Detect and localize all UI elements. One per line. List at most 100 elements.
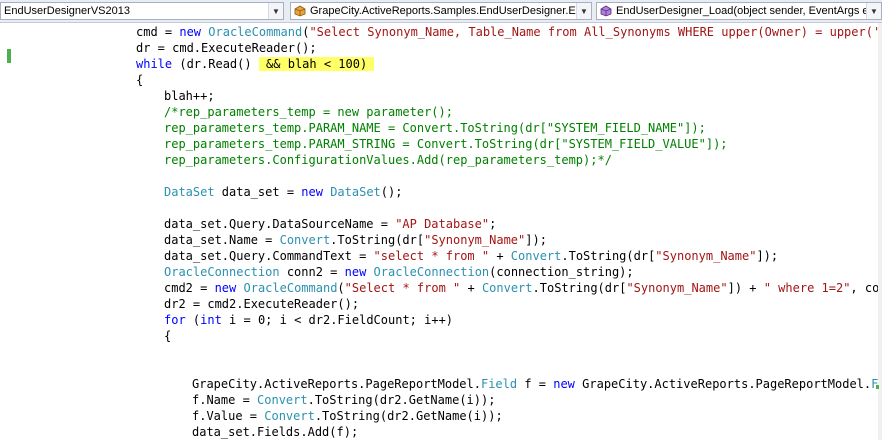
code-area[interactable]: cmd = new OracleCommand("Select Synonym_… xyxy=(20,23,878,440)
code-line[interactable]: rep_parameters_temp.PARAM_STRING = Conve… xyxy=(164,136,728,152)
code-token: DataSet xyxy=(164,185,215,199)
code-token: "AP Database" xyxy=(395,217,490,231)
code-line[interactable]: GrapeCity.ActiveReports.PageReportModel.… xyxy=(192,376,878,392)
code-token: data_set = xyxy=(214,185,302,199)
code-token: for xyxy=(164,313,186,327)
code-token: f.Value = xyxy=(192,409,265,423)
code-line[interactable]: data_set.Fields.Add(f); xyxy=(192,424,358,440)
change-marker xyxy=(7,49,11,63)
code-token: OracleCommand xyxy=(243,281,338,295)
code-token: "select * from " xyxy=(373,249,490,263)
scroll-change-marker xyxy=(876,385,879,389)
code-token: Convert xyxy=(257,393,308,407)
code-token: cmd2 = xyxy=(164,281,215,295)
code-line[interactable]: while (dr.Read() && blah < 100) xyxy=(136,56,375,72)
code-token: new xyxy=(301,185,323,199)
code-token: .ToString(dr2.GetName(i)); xyxy=(314,409,503,423)
code-token: .ToString(dr[ xyxy=(561,249,656,263)
chevron-down-icon[interactable]: ▼ xyxy=(576,3,591,19)
code-line[interactable]: OracleConnection conn2 = new OracleConne… xyxy=(164,264,634,280)
code-token: { xyxy=(164,329,172,343)
editor-margin xyxy=(0,23,18,440)
code-line[interactable]: cmd2 = new OracleCommand("Select * from … xyxy=(164,280,878,296)
code-token: "Select * from " xyxy=(344,281,461,295)
code-editor[interactable]: cmd = new OracleCommand("Select Synonym_… xyxy=(0,23,882,440)
code-line[interactable]: /*rep_parameters_temp = new parameter(); xyxy=(164,104,453,120)
code-token: rep_parameters.ConfigurationValues.Add(r… xyxy=(164,153,612,167)
code-token: f = xyxy=(517,377,554,391)
code-token: + xyxy=(489,249,511,263)
code-token: Convert xyxy=(510,249,562,263)
code-token: (dr.Read() xyxy=(172,57,259,71)
code-token: OracleConnection xyxy=(373,265,490,279)
code-token: GrapeCity.ActiveReports.PageReportModel. xyxy=(192,377,481,391)
code-line[interactable]: dr = cmd.ExecuteReader(); xyxy=(136,40,317,56)
code-token: "Synonym_Name" xyxy=(424,233,526,247)
code-line[interactable]: f.Name = Convert.ToString(dr2.GetName(i)… xyxy=(192,392,495,408)
code-token: .ToString(dr2.GetName(i)); xyxy=(307,393,496,407)
type-dropdown[interactable]: GrapeCity.ActiveReports.Samples.EndUserD… xyxy=(290,2,592,20)
code-token: cmd = xyxy=(136,25,180,39)
code-token: " where 1=2" xyxy=(763,281,851,295)
code-token: new xyxy=(553,377,575,391)
code-token: OracleCommand xyxy=(208,25,303,39)
code-token: Convert xyxy=(481,281,533,295)
code-token: rep_parameters_temp.PARAM_STRING = Conve… xyxy=(164,137,728,151)
code-token: i = 0; i < dr2.FieldCount; i++) xyxy=(221,313,454,327)
code-token: ]); xyxy=(756,249,779,263)
code-token: new xyxy=(214,281,237,295)
code-line[interactable]: for (int i = 0; i < dr2.FieldCount; i++) xyxy=(164,312,453,328)
code-token: blah++; xyxy=(164,89,215,103)
code-line[interactable]: { xyxy=(136,72,143,88)
code-token: conn2 = xyxy=(279,265,345,279)
navigation-bar: EndUserDesignerVS2013 ▼ GrapeCity.Active… xyxy=(0,0,882,23)
code-line[interactable]: data_set.Query.CommandText = "select * f… xyxy=(164,248,778,264)
class-icon xyxy=(293,5,307,17)
code-token: data_set.Name = xyxy=(164,233,280,247)
code-token: (); xyxy=(380,185,403,199)
code-token: dr = cmd.ExecuteReader(); xyxy=(136,41,317,55)
code-token: ; xyxy=(489,217,497,231)
code-line[interactable]: cmd = new OracleCommand("Select Synonym_… xyxy=(136,24,878,40)
code-token: .ToString(dr[ xyxy=(532,281,627,295)
code-token: f.Name = xyxy=(192,393,258,407)
code-token: GrapeCity.ActiveReports.PageReportModel. xyxy=(574,377,872,391)
code-line[interactable]: data_set.Query.DataSourceName = "AP Data… xyxy=(164,216,496,232)
code-token: ]) + xyxy=(727,281,764,295)
code-token: { xyxy=(136,73,144,87)
code-token: OracleConnection xyxy=(164,265,280,279)
code-token: "Synonym_Name" xyxy=(655,249,757,263)
code-token: rep_parameters_temp.PARAM_NAME = Convert… xyxy=(164,121,706,135)
code-token: ( xyxy=(185,313,201,327)
method-icon xyxy=(599,5,613,17)
member-dropdown[interactable]: EndUserDesigner_Load(object sender, Even… xyxy=(596,2,882,20)
code-line[interactable]: rep_parameters_temp.PARAM_NAME = Convert… xyxy=(164,120,706,136)
project-dropdown[interactable]: EndUserDesignerVS2013 ▼ xyxy=(0,2,284,20)
code-token: /*rep_parameters_temp = new parameter(); xyxy=(164,105,453,119)
code-line[interactable]: dr2 = cmd2.ExecuteReader(); xyxy=(164,296,359,312)
highlighted-code: && blah < 100) xyxy=(258,57,375,71)
code-line[interactable]: blah++; xyxy=(164,88,215,104)
code-token: "Synonym_Name" xyxy=(626,281,728,295)
code-line[interactable]: data_set.Name = Convert.ToString(dr["Syn… xyxy=(164,232,547,248)
code-line[interactable]: { xyxy=(164,328,171,344)
project-dropdown-label: EndUserDesignerVS2013 xyxy=(4,5,130,17)
code-line[interactable]: f.Value = Convert.ToString(dr2.GetName(i… xyxy=(192,408,503,424)
chevron-down-icon[interactable]: ▼ xyxy=(866,3,881,19)
vertical-scrollbar[interactable] xyxy=(878,23,882,440)
chevron-down-icon[interactable]: ▼ xyxy=(268,3,283,19)
code-token: ]); xyxy=(525,233,547,247)
code-token: while xyxy=(136,57,173,71)
code-line[interactable]: rep_parameters.ConfigurationValues.Add(r… xyxy=(164,152,612,168)
member-dropdown-label: EndUserDesigner_Load(object sender, Even… xyxy=(616,5,866,17)
code-token: "Select Synonym_Name, Table_Name from Al… xyxy=(309,25,878,39)
code-line[interactable]: DataSet data_set = new DataSet(); xyxy=(164,184,402,200)
code-token: , conn) xyxy=(850,281,878,295)
code-token: ( xyxy=(337,281,345,295)
code-token: + xyxy=(460,281,482,295)
code-token: dr2 = cmd2.ExecuteReader(); xyxy=(164,297,360,311)
code-token: .ToString(dr[ xyxy=(330,233,425,247)
code-token: Field xyxy=(480,377,518,391)
